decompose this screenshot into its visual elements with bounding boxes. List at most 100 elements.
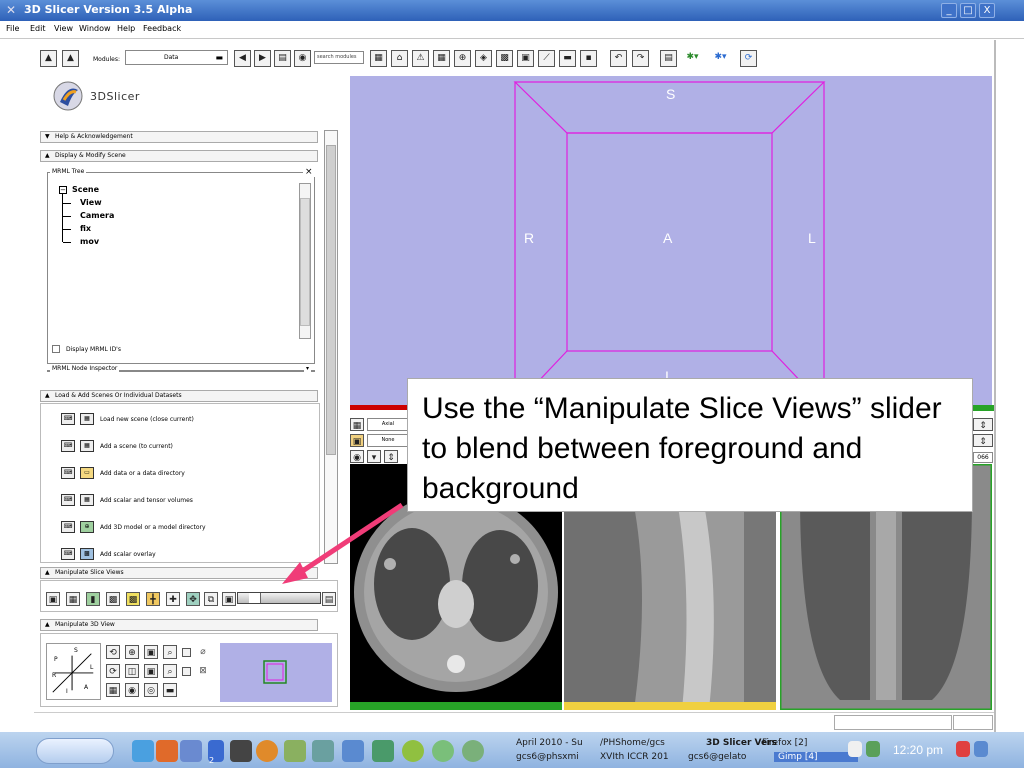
crosshair-icon[interactable]: ✚ bbox=[166, 592, 180, 606]
save-scene-icon[interactable]: ▲ bbox=[62, 50, 79, 67]
menu-feedback[interactable]: Feedback bbox=[143, 24, 181, 33]
yellow-slice-icon[interactable]: ▩ bbox=[126, 592, 140, 606]
load-row-label[interactable]: Add 3D model or a model directory bbox=[100, 524, 206, 531]
info-icon[interactable]: ⌨ bbox=[61, 548, 75, 560]
editor-icon[interactable]: ▩ bbox=[496, 50, 513, 67]
slice-toggle-icon[interactable]: ▦ bbox=[66, 592, 80, 606]
info-icon[interactable]: ⌨ bbox=[61, 494, 75, 506]
spinner-icon[interactable]: ⇕ bbox=[384, 450, 398, 463]
undo-icon[interactable]: ↶ bbox=[610, 50, 627, 67]
add-scene-row-icon[interactable]: ▦ bbox=[80, 440, 94, 452]
terminal-icon[interactable] bbox=[230, 740, 252, 762]
load-scene-row-icon[interactable]: ▦ bbox=[80, 413, 94, 425]
info-icon[interactable]: ⌨ bbox=[61, 440, 75, 452]
axis-a-label[interactable]: A bbox=[84, 684, 88, 691]
camera-icon[interactable]: ▣ bbox=[144, 645, 158, 659]
transforms-icon[interactable]: ⊕ bbox=[454, 50, 471, 67]
zoom-in-icon[interactable]: ⌕ bbox=[163, 645, 177, 659]
overlay-row-icon[interactable]: ▩ bbox=[80, 548, 94, 560]
logout-icon[interactable] bbox=[956, 741, 970, 757]
close-button[interactable]: X bbox=[979, 3, 995, 18]
settings-icon[interactable] bbox=[180, 740, 202, 762]
color-icon[interactable]: ⟋ bbox=[538, 50, 555, 67]
pin-icon[interactable]: ▦ bbox=[350, 418, 364, 431]
grid-icon[interactable]: ╋ bbox=[146, 592, 160, 606]
chat-icon[interactable] bbox=[432, 740, 454, 762]
home-icon[interactable]: ⌂ bbox=[391, 50, 408, 67]
visibility-icon[interactable]: ◉ bbox=[350, 450, 364, 463]
task-item-active[interactable]: Gimp [4] bbox=[774, 752, 858, 762]
info-icon[interactable]: ⌨ bbox=[61, 413, 75, 425]
mini-3d-preview[interactable] bbox=[220, 643, 332, 702]
zoom-out-icon[interactable]: ⌕ bbox=[163, 664, 177, 678]
load-row-label[interactable]: Add scalar and tensor volumes bbox=[100, 497, 193, 504]
layers-icon[interactable]: ▣ bbox=[222, 592, 236, 606]
orientation-select[interactable]: Axial bbox=[367, 418, 409, 431]
fiducials-icon[interactable]: ◈ bbox=[475, 50, 492, 67]
info-icon[interactable]: ⌨ bbox=[61, 521, 75, 533]
minimize-button[interactable]: _ bbox=[941, 3, 957, 18]
task-item[interactable]: April 2010 - Su bbox=[516, 738, 583, 748]
network-icon[interactable] bbox=[312, 740, 334, 762]
close-tree-icon[interactable]: × bbox=[303, 167, 315, 177]
blend-slider-handle[interactable] bbox=[249, 593, 262, 603]
measurements-icon[interactable]: ▣ bbox=[517, 50, 534, 67]
snapshot-icon[interactable]: ▣ bbox=[144, 664, 158, 678]
slices-icon[interactable]: ▬ bbox=[559, 50, 576, 67]
axis-r-label[interactable]: R bbox=[52, 672, 56, 679]
show-desktop-icon[interactable] bbox=[974, 741, 988, 757]
green-slice-icon[interactable]: ▮ bbox=[86, 592, 100, 606]
glasses-icon[interactable]: ▬ bbox=[163, 683, 177, 697]
search-modules-input[interactable]: search modules bbox=[314, 51, 364, 64]
screen-icon[interactable]: ◉ bbox=[125, 683, 139, 697]
tree-expand-icon[interactable]: − bbox=[59, 186, 67, 194]
section-manip-slice[interactable]: ▲ Manipulate Slice Views bbox=[40, 567, 318, 579]
gimp-icon[interactable] bbox=[284, 740, 306, 762]
datasets-icon[interactable]: ▪ bbox=[580, 50, 597, 67]
prev-module-icon[interactable]: ◀ bbox=[234, 50, 251, 67]
tree-item-fix[interactable]: fix bbox=[80, 224, 91, 233]
model-row-icon[interactable]: ⊕ bbox=[80, 521, 94, 533]
place-icon[interactable]: ✱▾ bbox=[712, 50, 729, 67]
refresh-icon[interactable]: ⟳ bbox=[740, 50, 757, 67]
stereo-icon[interactable]: ⌀ bbox=[196, 645, 210, 659]
link-icon[interactable]: ⧉ bbox=[204, 592, 218, 606]
rotate-icon[interactable]: ⟲ bbox=[106, 645, 120, 659]
option-checkbox[interactable] bbox=[182, 648, 191, 657]
axis-i-label[interactable]: I bbox=[66, 688, 68, 695]
eye-icon[interactable]: ◎ bbox=[144, 683, 158, 697]
home-folder-icon[interactable] bbox=[156, 740, 178, 762]
menu-file[interactable]: File bbox=[6, 24, 19, 33]
tree-item-view[interactable]: View bbox=[80, 198, 102, 207]
spin-icon[interactable]: ⟳ bbox=[106, 664, 120, 678]
menu-edit[interactable]: Edit bbox=[30, 24, 46, 33]
load-row-label[interactable]: Add scalar overlay bbox=[100, 551, 156, 558]
task-item[interactable]: Firefox [2] bbox=[762, 738, 807, 748]
slice-chevron-icon[interactable]: ▾ bbox=[367, 450, 381, 463]
pan-icon[interactable]: ✥ bbox=[186, 592, 200, 606]
folder-icon[interactable]: ▭ bbox=[80, 467, 94, 479]
axis-l-label[interactable]: L bbox=[90, 664, 93, 671]
menu-view[interactable]: View bbox=[54, 24, 73, 33]
node-inspector-label[interactable]: MRML Node Inspector bbox=[50, 365, 120, 372]
load-row-label[interactable]: Add a scene (to current) bbox=[100, 443, 173, 450]
model-view-icon[interactable]: ▦ bbox=[106, 683, 120, 697]
redo-icon[interactable]: ↷ bbox=[632, 50, 649, 67]
tree-item-mov[interactable]: mov bbox=[80, 237, 99, 246]
start-menu-button[interactable] bbox=[36, 738, 114, 764]
pick-icon[interactable]: ✱▾ bbox=[684, 50, 701, 67]
offset-spinner-up[interactable]: ⇕ bbox=[973, 418, 993, 431]
section-help[interactable]: ▼ Help & Acknowledgement bbox=[40, 131, 318, 143]
section-manip-3d[interactable]: ▲ Manipulate 3D View bbox=[40, 619, 318, 631]
tree-scrollbar-thumb[interactable] bbox=[300, 198, 310, 326]
slice-view-icon[interactable]: ▩ bbox=[106, 592, 120, 606]
load-scene-icon[interactable]: ▲ bbox=[40, 50, 57, 67]
option-checkbox[interactable] bbox=[182, 667, 191, 676]
info-icon[interactable]: ⌨ bbox=[61, 467, 75, 479]
load-row-label[interactable]: Load new scene (close current) bbox=[100, 416, 194, 423]
display-ids-checkbox[interactable] bbox=[52, 345, 60, 353]
layout-icon[interactable]: ▤ bbox=[660, 50, 677, 67]
apple-icon[interactable] bbox=[402, 740, 424, 762]
volume-row-icon[interactable]: ▦ bbox=[80, 494, 94, 506]
binoculars-icon[interactable]: ▦ bbox=[370, 50, 387, 67]
